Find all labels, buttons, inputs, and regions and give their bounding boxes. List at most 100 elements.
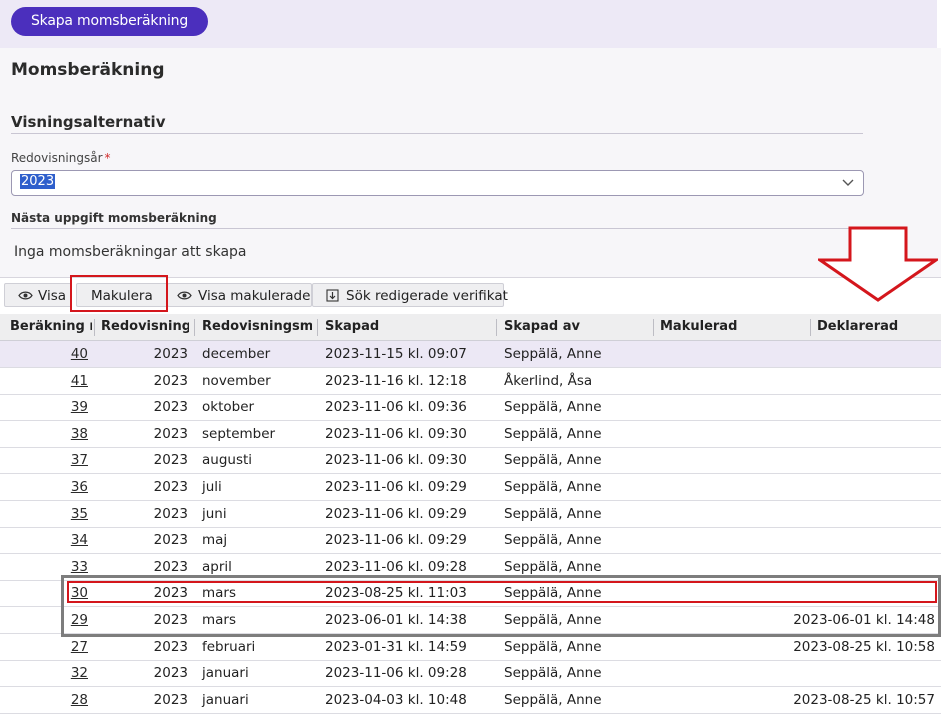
row-created: 2023-11-06 kl. 09:28 <box>325 558 467 575</box>
column-header-declared[interactable]: Deklarerad <box>817 314 937 340</box>
row-year: 2023 <box>153 532 188 549</box>
view-button-label: Visa <box>38 288 66 304</box>
row-voided <box>660 447 805 473</box>
eye-icon <box>177 291 192 300</box>
row-month: september <box>202 425 276 442</box>
column-header-voided[interactable]: Makulerad <box>660 314 800 340</box>
table-row[interactable]: 28 2023 januari 2023-04-03 kl. 10:48 Seppälä… <box>0 687 941 714</box>
row-nr-link[interactable]: 37 <box>0 447 88 473</box>
row-declared: 2023-06-01 kl. 14:48 <box>793 612 935 628</box>
row-nr-link[interactable]: 33 <box>0 554 88 580</box>
row-declared <box>790 554 935 580</box>
row-created: 2023-11-06 kl. 09:30 <box>325 452 467 469</box>
table-header: Beräkning nr Redovisningsår Redovisnings… <box>0 314 941 341</box>
void-button[interactable]: Makulera <box>76 283 168 307</box>
arrow-down-icon <box>818 226 938 302</box>
row-nr-link[interactable]: 32 <box>0 660 88 686</box>
show-voided-button[interactable]: Visa makulerade <box>167 283 312 307</box>
column-header-created[interactable]: Skapad <box>325 314 490 340</box>
row-year: 2023 <box>153 558 188 575</box>
year-select[interactable]: 2023 <box>11 170 864 196</box>
row-voided <box>660 474 805 500</box>
column-header-nr[interactable]: Beräkning nr <box>10 314 92 340</box>
table-row[interactable]: 36 2023 juli 2023-11-06 kl. 09:29 Seppälä, A… <box>0 474 941 501</box>
view-button[interactable]: Visa <box>4 283 72 307</box>
column-divider[interactable] <box>496 319 497 336</box>
row-nr-link[interactable]: 27 <box>0 634 88 660</box>
row-created-by: Seppälä, Anne <box>504 505 602 522</box>
row-nr-link[interactable]: 41 <box>0 368 88 394</box>
row-created-by: Seppälä, Anne <box>504 452 602 469</box>
row-nr-link[interactable]: 28 <box>0 687 88 713</box>
table-row[interactable]: 39 2023 oktober 2023-11-06 kl. 09:36 Seppälä… <box>0 394 941 422</box>
row-nr-link[interactable]: 36 <box>0 474 88 500</box>
row-created: 2023-11-15 kl. 09:07 <box>325 346 467 362</box>
row-declared <box>790 474 935 500</box>
row-nr-link[interactable]: 38 <box>0 421 88 447</box>
table-row[interactable]: 37 2023 augusti 2023-11-06 kl. 09:30 Seppälä… <box>0 447 941 475</box>
row-month: januari <box>202 665 249 682</box>
row-created: 2023-11-06 kl. 09:29 <box>325 505 467 522</box>
row-year: 2023 <box>153 452 188 469</box>
row-nr-link[interactable]: 29 <box>0 607 88 633</box>
chevron-down-icon <box>842 179 854 186</box>
void-button-label: Makulera <box>91 288 153 304</box>
column-header-created-by[interactable]: Skapad av <box>504 314 644 340</box>
divider <box>0 277 941 278</box>
table-row[interactable]: 34 2023 maj 2023-11-06 kl. 09:29 Seppälä, An… <box>0 527 941 555</box>
table-row[interactable]: 27 2023 februari 2023-01-31 kl. 14:59 Seppäl… <box>0 634 941 661</box>
row-year: 2023 <box>153 346 188 362</box>
row-created: 2023-11-06 kl. 09:36 <box>325 399 467 416</box>
eye-icon <box>18 291 33 300</box>
column-divider[interactable] <box>810 319 811 336</box>
row-declared <box>790 447 935 473</box>
top-action-bar: Skapa momsberäkning <box>0 0 937 48</box>
column-header-year[interactable]: Redovisningsår <box>101 314 189 340</box>
row-nr-link[interactable]: 30 <box>0 580 88 606</box>
table-row[interactable]: 41 2023 november 2023-11-16 kl. 12:18 Åkerli… <box>0 368 941 395</box>
create-vat-calculation-button[interactable]: Skapa momsberäkning <box>11 7 209 36</box>
row-month: juni <box>202 505 227 522</box>
row-nr-link[interactable]: 39 <box>0 394 88 420</box>
table-row[interactable]: 40 2023 december 2023-11-15 kl. 09:07 Seppäl… <box>0 341 941 368</box>
table-row[interactable]: 38 2023 september 2023-11-06 kl. 09:30 Seppä… <box>0 421 941 448</box>
row-month: april <box>202 558 232 575</box>
row-declared <box>790 501 935 527</box>
show-voided-button-label: Visa makulerade <box>198 288 311 304</box>
table-row[interactable]: 35 2023 juni 2023-11-06 kl. 09:29 Seppälä, A… <box>0 501 941 528</box>
row-month: oktober <box>202 399 255 416</box>
row-month: juli <box>202 479 222 495</box>
row-voided <box>660 394 805 420</box>
column-divider[interactable] <box>317 319 318 336</box>
row-voided <box>660 687 805 713</box>
table-row[interactable]: 29 2023 mars 2023-06-01 kl. 14:38 Seppälä, A… <box>0 607 941 634</box>
table-row[interactable]: 30 2023 mars 2023-08-25 kl. 11:03 Seppälä, A… <box>0 580 941 608</box>
search-edited-vouchers-button[interactable]: Sök redigerade verifikat <box>312 283 508 307</box>
row-nr-link[interactable]: 35 <box>0 501 88 527</box>
row-month: december <box>202 346 271 362</box>
row-nr-link[interactable]: 34 <box>0 527 88 553</box>
table-row[interactable]: 32 2023 januari 2023-11-06 kl. 09:28 Seppälä… <box>0 660 941 688</box>
row-declared: 2023-08-25 kl. 10:57 <box>793 691 935 708</box>
row-declared <box>790 527 935 553</box>
row-voided <box>660 501 805 527</box>
row-voided <box>660 341 805 367</box>
row-voided <box>660 607 805 633</box>
row-voided <box>660 421 805 447</box>
search-edited-vouchers-button-label: Sök redigerade verifikat <box>346 288 508 304</box>
table-row[interactable]: 33 2023 april 2023-11-06 kl. 09:28 Seppälä, … <box>0 554 941 581</box>
row-created: 2023-06-01 kl. 14:38 <box>325 612 467 628</box>
row-month: mars <box>202 585 237 602</box>
row-month: mars <box>202 612 237 628</box>
column-header-month[interactable]: Redovisningsmånad <box>202 314 312 340</box>
row-year: 2023 <box>153 665 188 682</box>
row-created-by: Seppälä, Anne <box>504 665 602 682</box>
column-divider[interactable] <box>653 319 654 336</box>
next-task-title: Nästa uppgift momsberäkning <box>11 211 217 225</box>
row-year: 2023 <box>153 479 188 495</box>
column-divider[interactable] <box>194 319 195 336</box>
column-divider[interactable] <box>94 319 95 336</box>
row-created-by: Seppälä, Anne <box>504 585 602 602</box>
row-nr-link[interactable]: 40 <box>0 341 88 367</box>
download-icon <box>326 289 339 302</box>
